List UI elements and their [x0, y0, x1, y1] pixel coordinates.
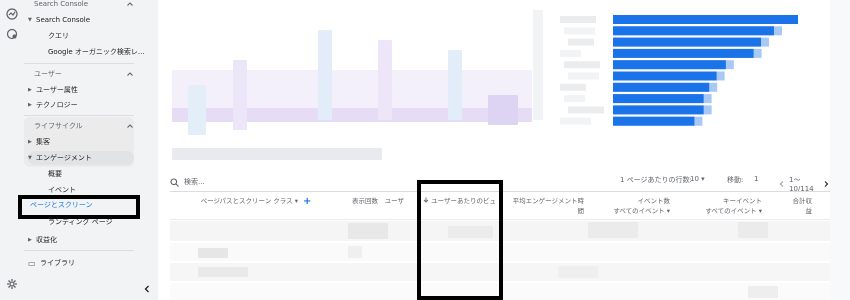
- sidebar-item-label: テクノロジー: [36, 101, 78, 109]
- bar[interactable]: [613, 26, 774, 36]
- settings-icon[interactable]: [6, 278, 18, 290]
- sidebar-item-technology[interactable]: ▶ テクノロジー: [28, 98, 78, 112]
- bar-label-placeholder: [564, 61, 600, 69]
- caret-right-icon: ▶: [28, 237, 32, 243]
- sidebar-item-label: 概要: [48, 170, 62, 178]
- top-pages-bar-chart: [560, 15, 798, 126]
- column-header-page-path[interactable]: ページパスとスクリーン クラス ▾: [198, 196, 298, 206]
- divider: [24, 115, 134, 116]
- column-highlight-box: [417, 180, 503, 300]
- folder-icon: ▭: [28, 258, 36, 268]
- sidebar-item-organic-search[interactable]: Google オーガニック検索レ...: [48, 45, 145, 59]
- chevron-up-icon: [126, 70, 134, 78]
- sidebar: Search Console ▼ Search Console クエリ Goog…: [24, 0, 158, 300]
- column-header-views[interactable]: 表示回数: [338, 196, 378, 206]
- sidebar-item-engagement[interactable]: ▼ エンゲージメント: [28, 151, 92, 165]
- sidebar-item-library[interactable]: ▭ ライブラリ: [28, 256, 75, 270]
- chevron-up-icon: [126, 0, 134, 8]
- column-header-key-events[interactable]: キーイベント すべてのイベント ▾: [686, 196, 762, 216]
- goto-page-input[interactable]: 1: [754, 175, 758, 183]
- sidebar-item-label: クエリ: [48, 32, 69, 40]
- bar[interactable]: [613, 82, 710, 92]
- column-header-label: キーイベント: [723, 197, 762, 205]
- section-label: Search Console: [34, 0, 89, 8]
- caret-right-icon: ▶: [28, 102, 32, 108]
- sidebar-item-label: Google オーガニック検索レ...: [48, 48, 145, 56]
- rows-per-page-label: 1 ページあたりの行数:: [620, 176, 692, 184]
- sidebar-item-label: 集客: [36, 138, 50, 146]
- prev-page-icon[interactable]: [778, 180, 786, 188]
- divider: [24, 63, 134, 64]
- bar-label-placeholder: [560, 49, 581, 57]
- lifecycle-section-header[interactable]: ライフサイクル: [24, 119, 134, 133]
- bar-label-placeholder: [568, 72, 599, 80]
- sidebar-item-label: ユーザー属性: [36, 86, 78, 94]
- bar[interactable]: [613, 116, 695, 126]
- realtime-icon[interactable]: [6, 8, 18, 20]
- column-header-label: 平均エンゲージメント時間: [512, 197, 584, 215]
- add-dimension-button[interactable]: +: [303, 196, 311, 207]
- rows-per-page-select[interactable]: 10 ▾: [690, 175, 705, 183]
- chevron-up-icon: [126, 122, 134, 130]
- user-section-header[interactable]: ユーザー: [24, 67, 134, 81]
- bar[interactable]: [613, 71, 717, 81]
- caret-right-icon: ▶: [28, 139, 32, 145]
- sidebar-item-query[interactable]: クエリ: [48, 29, 69, 43]
- bar-label-placeholder: [568, 106, 604, 114]
- column-header-label: ユーザ: [384, 197, 404, 205]
- bar-label-placeholder: [560, 117, 591, 125]
- column-header-avg-engagement[interactable]: 平均エンゲージメント時間: [508, 196, 584, 216]
- sidebar-item-label: 収益化: [36, 236, 57, 244]
- sidebar-item-label: イベント: [48, 186, 76, 194]
- goto-label: 移動:: [727, 176, 744, 184]
- bar[interactable]: [613, 94, 704, 104]
- sidebar-item-label: Search Console: [36, 16, 91, 24]
- bar[interactable]: [613, 60, 726, 70]
- bar-label-placeholder: [568, 38, 594, 46]
- sidebar-item-demographics[interactable]: ▶ ユーザー属性: [28, 83, 78, 97]
- sidebar-item-monetization[interactable]: ▶ 収益化: [28, 233, 57, 247]
- sidebar-item-label: ライブラリ: [40, 259, 75, 267]
- column-header-total-revenue[interactable]: 合計収益: [792, 196, 813, 216]
- key-event-filter-select[interactable]: すべてのイベント: [705, 207, 756, 215]
- vertical-scrollbar[interactable]: [830, 0, 850, 300]
- section-label: ユーザー: [34, 70, 62, 78]
- bar-label-placeholder: [560, 83, 586, 91]
- bar-label-placeholder: [564, 95, 585, 103]
- explore-icon[interactable]: [6, 28, 18, 40]
- sidebar-item-search-console[interactable]: ▼ Search Console: [28, 13, 90, 27]
- bar[interactable]: [613, 105, 704, 115]
- column-header-event-count[interactable]: イベント数 すべてのイベント ▾: [594, 196, 670, 216]
- caret-down-icon: ▼: [28, 17, 32, 23]
- rows-per-page-value: 10: [690, 175, 699, 183]
- section-label: ライフサイクル: [34, 122, 83, 130]
- caret-right-icon: ▶: [28, 87, 32, 93]
- divider: [24, 250, 134, 251]
- column-header-label: イベント数: [637, 197, 671, 205]
- sidebar-item-label: エンゲージメント: [36, 154, 92, 162]
- sidebar-item-overview[interactable]: 概要: [48, 167, 62, 181]
- collapse-sidebar-icon[interactable]: [142, 284, 152, 294]
- search-icon: [170, 177, 179, 187]
- event-filter-select[interactable]: すべてのイベント: [613, 207, 664, 215]
- column-header-label: 合計収益: [792, 197, 813, 215]
- column-header-label: ページパスとスクリーン クラス: [200, 197, 293, 205]
- bar-label-placeholder: [564, 27, 595, 35]
- sidebar-item-acquisition[interactable]: ▶ 集客: [28, 135, 50, 149]
- bar[interactable]: [613, 37, 761, 47]
- sidebar-item-pages-and-screens[interactable]: ページとスクリーン: [30, 200, 93, 210]
- caret-down-icon: ▼: [28, 155, 32, 161]
- bar[interactable]: [613, 15, 798, 24]
- search-console-section-header[interactable]: Search Console: [24, 0, 134, 11]
- bar[interactable]: [613, 48, 754, 58]
- icon-rail: [0, 0, 24, 300]
- bar-label-placeholder: [560, 16, 596, 23]
- table-search-input[interactable]: 検索...: [184, 177, 205, 187]
- column-header-users[interactable]: ユーザ: [384, 196, 404, 206]
- next-page-icon[interactable]: [822, 180, 830, 188]
- column-header-label: 表示回数: [352, 197, 378, 205]
